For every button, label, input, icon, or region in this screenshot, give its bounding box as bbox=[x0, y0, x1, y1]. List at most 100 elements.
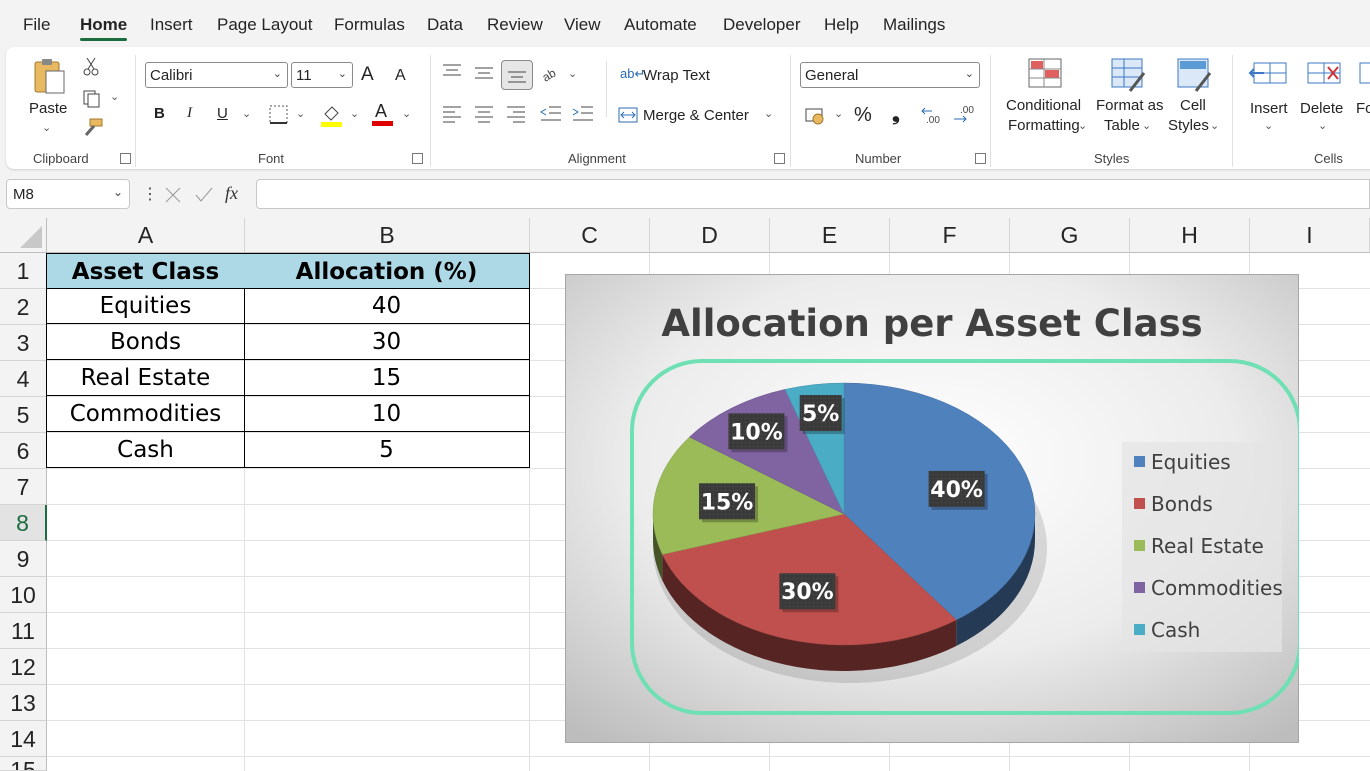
insert-cells-label[interactable]: Insert bbox=[1250, 100, 1288, 117]
column-header-f[interactable]: F bbox=[890, 218, 1010, 253]
font-color-button[interactable]: A bbox=[372, 101, 394, 127]
align-right-icon[interactable] bbox=[506, 105, 526, 123]
menu-review[interactable]: Review bbox=[487, 15, 543, 35]
paste-label[interactable]: Paste bbox=[29, 100, 67, 117]
align-center-icon[interactable] bbox=[474, 105, 494, 123]
delete-dropdown-icon[interactable]: ⌄ bbox=[1318, 119, 1327, 132]
name-box[interactable]: M8 ⌄ bbox=[6, 179, 130, 209]
menu-view[interactable]: View bbox=[564, 15, 601, 35]
underline-button[interactable]: U bbox=[217, 105, 228, 122]
percent-button[interactable]: % bbox=[854, 104, 872, 127]
chart-title[interactable]: Allocation per Asset Class bbox=[661, 302, 1202, 345]
menu-formulas[interactable]: Formulas bbox=[334, 15, 405, 35]
format-cells-icon[interactable] bbox=[1358, 59, 1370, 89]
cut-icon[interactable] bbox=[82, 57, 100, 77]
decrease-indent-icon[interactable] bbox=[540, 105, 562, 123]
copy-dropdown-icon[interactable]: ⌄ bbox=[110, 90, 119, 103]
alignment-launcher-icon[interactable] bbox=[774, 153, 785, 164]
conditional-formatting-label1[interactable]: Conditional bbox=[1006, 97, 1081, 114]
font-color-dropdown-icon[interactable]: ⌄ bbox=[402, 107, 411, 120]
top-align-icon[interactable] bbox=[442, 63, 462, 81]
row-header-12[interactable]: 12 bbox=[0, 649, 47, 685]
row-header-7[interactable]: 7 bbox=[0, 469, 47, 505]
insert-function-button[interactable]: fx bbox=[225, 183, 238, 204]
increase-decimal-icon[interactable]: .00 bbox=[920, 103, 946, 127]
table-cell-a2[interactable]: Equities bbox=[46, 288, 245, 324]
clipboard-launcher-icon[interactable] bbox=[120, 153, 131, 164]
column-header-h[interactable]: H bbox=[1130, 218, 1250, 253]
format-as-table-dropdown-icon[interactable]: ⌄ bbox=[1142, 119, 1151, 132]
font-name-select[interactable]: Calibri ⌄ bbox=[145, 62, 288, 88]
conditional-formatting-label2[interactable]: Formatting bbox=[1008, 117, 1080, 134]
row-header-3[interactable]: 3 bbox=[0, 325, 47, 361]
font-launcher-icon[interactable] bbox=[412, 153, 423, 164]
more-options-icon[interactable]: ⋮ bbox=[142, 184, 158, 204]
decrease-decimal-icon[interactable]: .00 bbox=[952, 103, 978, 127]
data-label-commodities[interactable]: 10% bbox=[730, 420, 783, 445]
italic-button[interactable]: I bbox=[187, 105, 192, 122]
column-header-i[interactable]: I bbox=[1250, 218, 1370, 253]
menu-developer[interactable]: Developer bbox=[723, 15, 801, 35]
merge-dropdown-icon[interactable]: ⌄ bbox=[764, 107, 773, 120]
orientation-icon[interactable]: ab bbox=[541, 62, 565, 84]
cell-styles-icon[interactable] bbox=[1176, 57, 1214, 95]
menu-page-layout[interactable]: Page Layout bbox=[217, 15, 312, 35]
conditional-formatting-icon[interactable] bbox=[1027, 57, 1065, 91]
bottom-align-button[interactable] bbox=[501, 60, 533, 90]
column-header-b[interactable]: B bbox=[245, 218, 530, 253]
conditional-formatting-dropdown-icon[interactable]: ⌄ bbox=[1078, 119, 1087, 132]
underline-dropdown-icon[interactable]: ⌄ bbox=[242, 107, 251, 120]
row-header-5[interactable]: 5 bbox=[0, 397, 47, 433]
cell-styles-label2[interactable]: Styles bbox=[1168, 117, 1209, 134]
borders-dropdown-icon[interactable]: ⌄ bbox=[296, 107, 305, 120]
table-header-allocation[interactable]: Allocation (%) bbox=[244, 253, 530, 289]
data-label-cash[interactable]: 5% bbox=[802, 402, 839, 427]
row-header-13[interactable]: 13 bbox=[0, 685, 47, 721]
paste-dropdown-icon[interactable]: ⌄ bbox=[42, 121, 51, 134]
format-as-table-icon[interactable] bbox=[1110, 57, 1148, 95]
row-header-4[interactable]: 4 bbox=[0, 361, 47, 397]
menu-home[interactable]: Home bbox=[80, 15, 127, 35]
insert-cells-icon[interactable] bbox=[1248, 59, 1288, 89]
borders-icon[interactable] bbox=[268, 104, 290, 126]
format-painter-icon[interactable] bbox=[82, 117, 104, 139]
legend-label-commodities[interactable]: Commodities bbox=[1151, 576, 1283, 600]
select-all-corner[interactable] bbox=[0, 218, 47, 253]
table-header-asset-class[interactable]: Asset Class bbox=[46, 253, 245, 289]
fill-color-dropdown-icon[interactable]: ⌄ bbox=[350, 107, 359, 120]
format-as-table-label2[interactable]: Table bbox=[1104, 117, 1140, 134]
table-cell-b5[interactable]: 10 bbox=[244, 396, 530, 432]
row-header-10[interactable]: 10 bbox=[0, 577, 47, 613]
increase-indent-icon[interactable] bbox=[572, 105, 594, 123]
copy-icon[interactable] bbox=[82, 89, 104, 109]
delete-cells-icon[interactable] bbox=[1304, 59, 1344, 89]
menu-automate[interactable]: Automate bbox=[624, 15, 697, 35]
row-header-8[interactable]: 8 bbox=[0, 505, 47, 541]
legend-label-bonds[interactable]: Bonds bbox=[1151, 492, 1213, 516]
align-left-icon[interactable] bbox=[442, 105, 462, 123]
menu-data[interactable]: Data bbox=[427, 15, 463, 35]
wrap-text-icon[interactable]: ab↵ bbox=[620, 66, 645, 82]
merge-center-button[interactable]: Merge & Center bbox=[643, 107, 749, 124]
legend-label-real-estate[interactable]: Real Estate bbox=[1151, 534, 1264, 558]
cancel-icon[interactable] bbox=[164, 186, 182, 204]
merge-center-icon[interactable] bbox=[618, 106, 638, 124]
cell-styles-dropdown-icon[interactable]: ⌄ bbox=[1210, 119, 1219, 132]
table-cell-a4[interactable]: Real Estate bbox=[46, 360, 245, 396]
column-header-a[interactable]: A bbox=[47, 218, 245, 253]
column-header-c[interactable]: C bbox=[530, 218, 650, 253]
table-cell-a3[interactable]: Bonds bbox=[46, 324, 245, 360]
bold-button[interactable]: B bbox=[154, 105, 165, 122]
paste-icon[interactable] bbox=[32, 57, 68, 95]
legend-label-equities[interactable]: Equities bbox=[1151, 450, 1231, 474]
number-format-select[interactable]: General ⌄ bbox=[800, 62, 980, 88]
menu-insert[interactable]: Insert bbox=[150, 15, 193, 35]
menu-file[interactable]: File bbox=[23, 15, 50, 35]
table-cell-a6[interactable]: Cash bbox=[46, 432, 245, 468]
pie-chart[interactable]: Allocation per Asset Class 40% 30% 15% 10% 5… bbox=[565, 274, 1299, 743]
format-cells-label[interactable]: Fo bbox=[1356, 100, 1370, 117]
column-header-g[interactable]: G bbox=[1010, 218, 1130, 253]
data-label-real-estate[interactable]: 15% bbox=[701, 490, 754, 515]
row-header-14[interactable]: 14 bbox=[0, 721, 47, 757]
column-header-e[interactable]: E bbox=[770, 218, 890, 253]
